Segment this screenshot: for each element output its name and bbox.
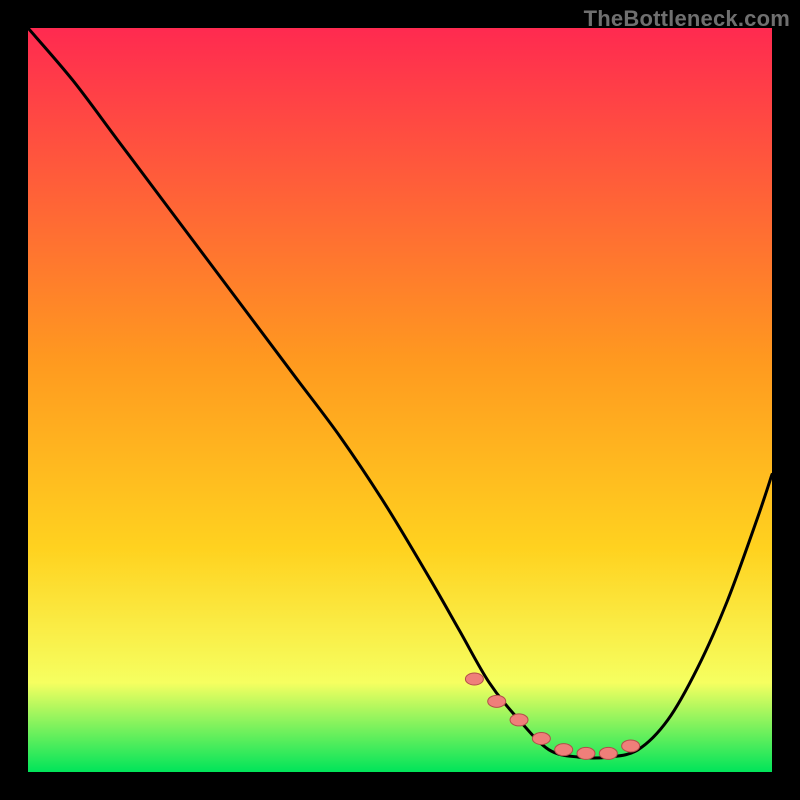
optimal-marker [465, 673, 483, 685]
optimal-marker [510, 714, 528, 726]
optimal-marker [488, 695, 506, 707]
heat-background [28, 28, 772, 772]
optimal-marker [599, 747, 617, 759]
optimal-marker [532, 733, 550, 745]
optimal-marker [577, 747, 595, 759]
chart-frame: TheBottleneck.com [0, 0, 800, 800]
bottleneck-chart [28, 28, 772, 772]
optimal-marker [622, 740, 640, 752]
optimal-marker [555, 744, 573, 756]
